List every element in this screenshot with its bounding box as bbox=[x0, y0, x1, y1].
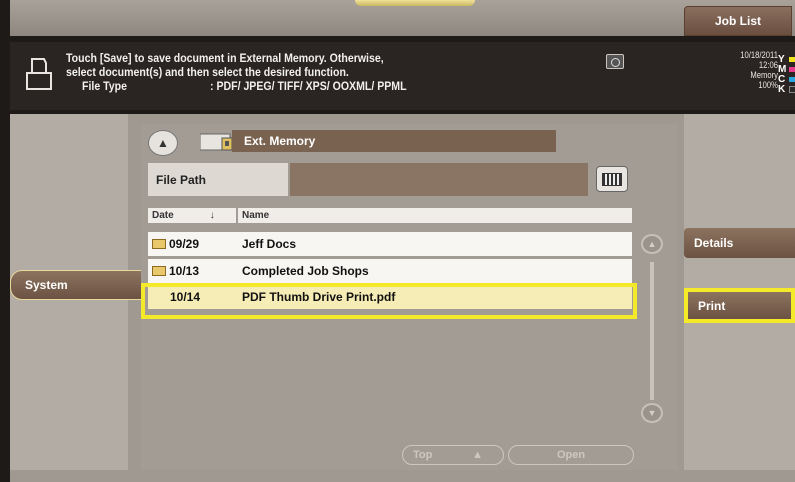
toner-m-swatch bbox=[789, 66, 795, 72]
chevron-down-icon: ▼ bbox=[647, 408, 657, 418]
toner-m: M bbox=[778, 64, 795, 75]
scroll-down-button[interactable]: ▼ bbox=[641, 403, 663, 423]
print-button[interactable]: Print bbox=[684, 288, 795, 323]
job-list-button[interactable]: Job List bbox=[684, 6, 792, 36]
scroll-up-button[interactable]: ▲ bbox=[641, 234, 663, 254]
details-button[interactable]: Details bbox=[684, 228, 795, 258]
row-name: Completed Job Shops bbox=[242, 264, 369, 278]
up-level-button[interactable]: ▲ bbox=[148, 130, 178, 156]
message-line-2: select document(s) and then select the d… bbox=[66, 65, 349, 79]
current-location: Ext. Memory bbox=[232, 130, 556, 152]
file-path-field bbox=[290, 163, 588, 196]
status-date: 10/18/2011 bbox=[740, 50, 778, 60]
message-line-1: Touch [Save] to save document in Externa… bbox=[66, 51, 384, 65]
scrollbar-track[interactable] bbox=[650, 262, 654, 400]
toner-c-swatch bbox=[789, 76, 795, 82]
table-header: Date ↓ Name bbox=[148, 208, 632, 223]
row-date: 10/13 bbox=[169, 264, 200, 278]
name-column-header[interactable]: Name bbox=[238, 208, 632, 223]
file-path-label: File Path bbox=[148, 163, 288, 196]
sort-by-date-header[interactable]: Date ↓ bbox=[148, 208, 236, 223]
up-arrow-icon: ▲ bbox=[157, 136, 169, 150]
toner-k-swatch bbox=[789, 85, 795, 93]
camera-icon bbox=[606, 54, 624, 69]
selection-highlight bbox=[141, 283, 637, 319]
status-readout: 10/18/2011 12:06 Memory 100% bbox=[693, 50, 778, 90]
status-time: 12:06 bbox=[758, 60, 778, 70]
keyboard-icon bbox=[602, 172, 622, 186]
toner-y: Y bbox=[778, 54, 795, 65]
folder-icon bbox=[152, 266, 166, 276]
copier-panel-screen: Job List Touch [Save] to save document i… bbox=[0, 0, 795, 482]
toner-k: K bbox=[778, 84, 795, 95]
top-bar-tab-indicator bbox=[355, 0, 475, 6]
top-button[interactable]: Top ▲ bbox=[402, 445, 504, 465]
status-memory-value: 100% bbox=[758, 80, 778, 90]
open-button[interactable]: Open bbox=[508, 445, 634, 465]
toner-y-swatch bbox=[789, 56, 795, 62]
up-arrow-icon: ▲ bbox=[472, 449, 483, 461]
file-list-row[interactable]: 10/13 Completed Job Shops bbox=[148, 259, 632, 283]
status-memory-label: Memory bbox=[750, 70, 778, 80]
document-icon bbox=[26, 58, 52, 90]
keyboard-button[interactable] bbox=[596, 166, 628, 192]
toner-levels: Y M C K bbox=[778, 54, 795, 95]
file-type-label: File Type bbox=[82, 79, 127, 93]
toner-c: C bbox=[778, 74, 795, 85]
system-tab[interactable]: System bbox=[10, 270, 142, 300]
top-bar bbox=[10, 0, 795, 36]
row-date: 09/29 bbox=[169, 237, 200, 251]
file-list-row[interactable]: 09/29 Jeff Docs bbox=[148, 232, 632, 256]
row-name: Jeff Docs bbox=[242, 237, 297, 251]
sort-down-arrow-icon: ↓ bbox=[209, 210, 215, 221]
external-memory-icon bbox=[200, 133, 233, 151]
folder-icon bbox=[152, 239, 166, 249]
chevron-up-icon: ▲ bbox=[647, 239, 657, 249]
message-bar: Touch [Save] to save document in Externa… bbox=[10, 42, 795, 110]
file-type-value: : PDF/ JPEG/ TIFF/ XPS/ OOXML/ PPML bbox=[210, 79, 407, 93]
